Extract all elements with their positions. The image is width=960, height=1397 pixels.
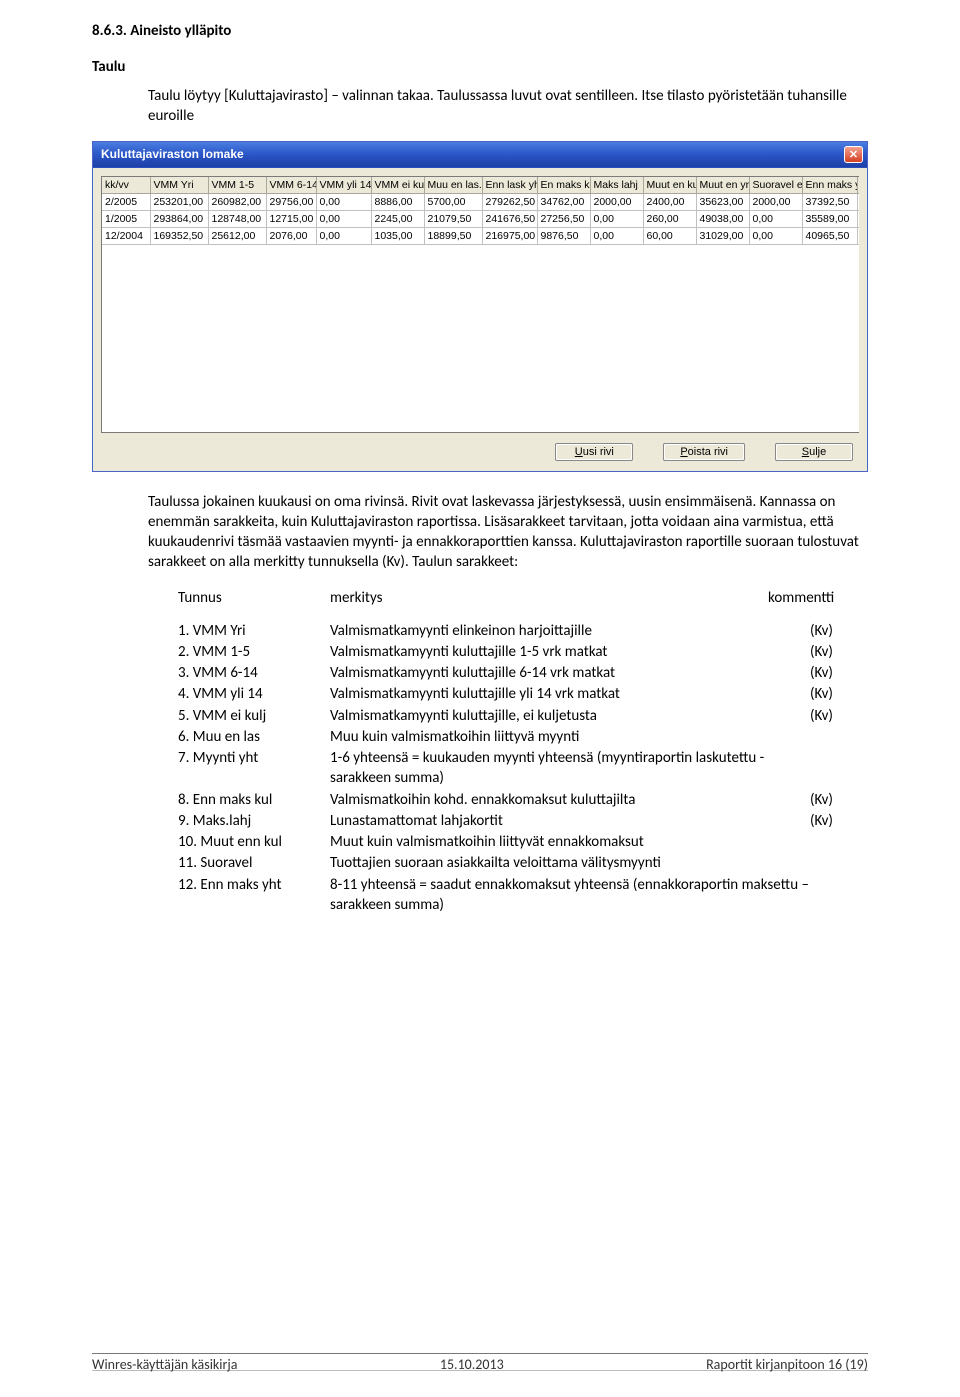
- col-enmaksku[interactable]: En maks ku: [537, 177, 590, 194]
- col-kkvv[interactable]: kk/vv: [102, 177, 150, 194]
- definition-row: 8. Enn maks kulValmismatkoihin kohd. enn…: [178, 790, 868, 810]
- intro-paragraph: Taulu löytyy [Kuluttajavirasto] – valinn…: [148, 86, 868, 127]
- col-suoravel[interactable]: Suoravel en: [749, 177, 802, 194]
- col-vmmeikulj[interactable]: VMM ei kulj: [371, 177, 424, 194]
- definition-row: 1. VMM YriValmismatkamyynti elinkeinon h…: [178, 621, 868, 641]
- section-number: 8.6.3. Aineisto ylläpito: [92, 22, 868, 40]
- col-vmmyli14[interactable]: VMM yli 14: [316, 177, 371, 194]
- definition-row: 6. Muu en lasMuu kuin valmismatkoihin li…: [178, 727, 868, 747]
- footer-center: 15.10.2013: [440, 1356, 504, 1373]
- close-icon[interactable]: ✕: [844, 146, 863, 163]
- definition-row: 2. VMM 1-5Valmismatkamyynti kuluttajille…: [178, 642, 868, 662]
- definition-row: 12. Enn maks yht8-11 yhteensä = saadut e…: [178, 875, 868, 916]
- definition-row: 9. Maks.lahjLunastamattomat lahjakortit(…: [178, 811, 868, 831]
- definition-row: 7. Myynti yht1-6 yhteensä = kuukauden my…: [178, 748, 868, 789]
- window-titlebar: Kuluttajaviraston lomake ✕: [93, 142, 867, 168]
- col-spare: [857, 177, 859, 194]
- table-header-row: kk/vv VMM Yri VMM 1-5 VMM 6-14 VMM yli 1…: [102, 177, 859, 194]
- definition-row: 3. VMM 6-14Valmismatkamyynti kuluttajill…: [178, 663, 868, 683]
- definition-row: 11. SuoravelTuottajien suoraan asiakkail…: [178, 853, 868, 873]
- new-row-button[interactable]: Uusi rivi: [555, 443, 633, 461]
- data-table: kk/vv VMM Yri VMM 1-5 VMM 6-14 VMM yli 1…: [101, 176, 859, 433]
- heading-taulu: Taulu: [92, 58, 868, 76]
- col-ennmaksy[interactable]: Enn maks y: [802, 177, 857, 194]
- definition-row: 10. Muut enn kulMuut kuin valmismatkoihi…: [178, 832, 868, 852]
- table-row[interactable]: 12/2004 169352,50 25612,00 2076,00 0,00 …: [102, 227, 859, 244]
- delete-row-button[interactable]: Poista rivi: [663, 443, 745, 461]
- col-muutenyri[interactable]: Muut en yri: [696, 177, 749, 194]
- definition-row: 5. VMM ei kuljValmismatkamyynti kuluttaj…: [178, 706, 868, 726]
- footer-right: Raportit kirjanpitoon 16 (19): [706, 1356, 868, 1373]
- col-makslahj[interactable]: Maks lahj: [590, 177, 643, 194]
- col-vmm614[interactable]: VMM 6-14: [266, 177, 316, 194]
- col-ennlask[interactable]: Enn lask yh: [482, 177, 537, 194]
- col-vmm15[interactable]: VMM 1-5: [208, 177, 266, 194]
- definition-header: Tunnus merkitys kommentti: [178, 589, 868, 607]
- close-button[interactable]: Sulje: [775, 443, 853, 461]
- table-row[interactable]: 2/2005 253201,00 260982,00 29756,00 0,00…: [102, 193, 859, 210]
- screenshot-window: Kuluttajaviraston lomake ✕ kk/vv VMM Yri…: [92, 141, 868, 472]
- window-title: Kuluttajaviraston lomake: [101, 147, 244, 161]
- window-buttons: Uusi rivi Poista rivi Sulje: [93, 439, 867, 471]
- table-row[interactable]: 1/2005 293864,00 128748,00 12715,00 0,00…: [102, 210, 859, 227]
- page-footer: Winres-käyttäjän käsikirja 15.10.2013 Ra…: [92, 1353, 868, 1373]
- col-vmmyri[interactable]: VMM Yri: [150, 177, 208, 194]
- col-muuenlas[interactable]: Muu en las.: [424, 177, 482, 194]
- col-muutenku[interactable]: Muut en ku: [643, 177, 696, 194]
- footer-left: Winres-käyttäjän käsikirja: [92, 1356, 237, 1373]
- definition-row: 4. VMM yli 14Valmismatkamyynti kuluttaji…: [178, 684, 868, 704]
- paragraph-2: Taulussa jokainen kuukausi on oma rivins…: [148, 492, 868, 573]
